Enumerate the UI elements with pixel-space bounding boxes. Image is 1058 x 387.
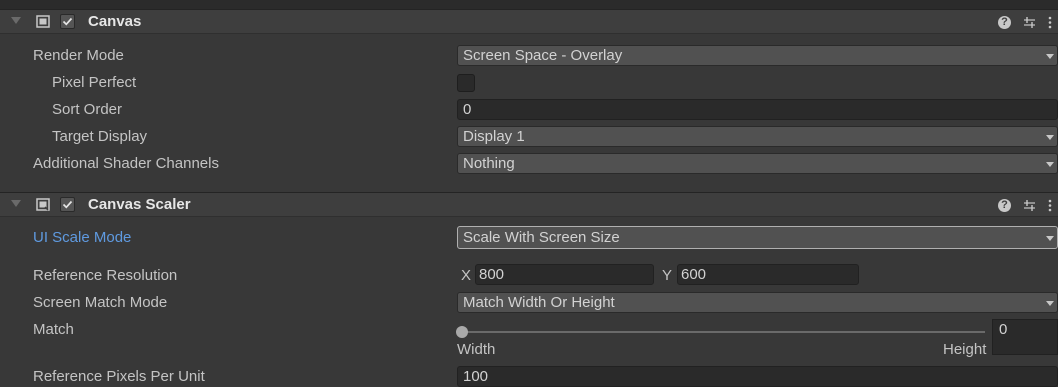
chevron-down-icon bbox=[1046, 236, 1054, 241]
ui-scale-mode-dropdown[interactable]: Scale With Screen Size bbox=[457, 226, 1058, 249]
sort-order-value: 0 bbox=[463, 101, 472, 118]
canvas-scaler-header-icons: ? bbox=[998, 195, 1052, 215]
screen-match-mode-value: Match Width Or Height bbox=[463, 294, 615, 311]
match-slider-track[interactable] bbox=[460, 331, 985, 333]
preset-sliders-icon[interactable] bbox=[1023, 16, 1036, 29]
canvas-header-icons: ? bbox=[998, 12, 1052, 32]
match-slider-thumb[interactable] bbox=[456, 326, 468, 338]
match-label: Match bbox=[33, 321, 74, 338]
reference-pixels-per-unit-input[interactable]: 100 bbox=[457, 366, 1058, 387]
match-value: 0 bbox=[999, 321, 1008, 338]
chevron-down-icon bbox=[1046, 162, 1054, 167]
reference-resolution-x-value: 800 bbox=[479, 266, 505, 283]
reference-pixels-per-unit-value: 100 bbox=[463, 368, 489, 385]
render-mode-dropdown[interactable]: Screen Space - Overlay bbox=[457, 45, 1058, 66]
canvas-icon bbox=[36, 15, 50, 28]
canvas-component-title: Canvas bbox=[88, 13, 142, 30]
checkmark-icon bbox=[62, 17, 73, 26]
canvas-scaler-component-title: Canvas Scaler bbox=[88, 196, 191, 213]
screen-match-mode-label: Screen Match Mode bbox=[33, 294, 168, 311]
checkmark-icon bbox=[62, 200, 73, 209]
foldout-arrow-icon[interactable] bbox=[11, 200, 21, 207]
kebab-menu-icon[interactable] bbox=[1048, 199, 1052, 212]
canvas-component-header[interactable]: Canvas ? bbox=[0, 9, 1058, 34]
additional-shader-channels-dropdown[interactable]: Nothing bbox=[457, 153, 1058, 174]
chevron-down-icon bbox=[1046, 301, 1054, 306]
pixel-perfect-label: Pixel Perfect bbox=[52, 74, 137, 91]
reference-resolution-y-value: 600 bbox=[681, 266, 707, 283]
additional-shader-channels-value: Nothing bbox=[463, 155, 515, 172]
reference-resolution-label: Reference Resolution bbox=[33, 267, 178, 284]
render-mode-label: Render Mode bbox=[33, 47, 124, 64]
canvas-scaler-icon bbox=[36, 198, 50, 211]
reference-resolution-x-label: X bbox=[461, 267, 472, 284]
chevron-down-icon bbox=[1046, 135, 1054, 140]
render-mode-value: Screen Space - Overlay bbox=[463, 47, 623, 64]
additional-shader-channels-label: Additional Shader Channels bbox=[33, 155, 219, 172]
screen-match-mode-dropdown[interactable]: Match Width Or Height bbox=[457, 292, 1058, 313]
canvas-scaler-component-header[interactable]: Canvas Scaler ? bbox=[0, 192, 1058, 217]
match-value-input[interactable]: 0 bbox=[992, 319, 1058, 355]
pixel-perfect-checkbox[interactable] bbox=[457, 74, 475, 92]
match-width-label: Width bbox=[457, 341, 496, 358]
ui-scale-mode-label: UI Scale Mode bbox=[33, 229, 132, 246]
target-display-dropdown[interactable]: Display 1 bbox=[457, 126, 1058, 147]
reference-pixels-per-unit-label: Reference Pixels Per Unit bbox=[33, 368, 205, 385]
canvas-enabled-checkbox[interactable] bbox=[60, 14, 75, 29]
sort-order-input[interactable]: 0 bbox=[457, 99, 1058, 120]
ui-scale-mode-value: Scale With Screen Size bbox=[463, 229, 620, 246]
reference-resolution-x-input[interactable]: 800 bbox=[475, 264, 654, 285]
preset-sliders-icon[interactable] bbox=[1023, 199, 1036, 212]
reference-resolution-y-input[interactable]: 600 bbox=[677, 264, 859, 285]
target-display-label: Target Display bbox=[52, 128, 148, 145]
foldout-arrow-icon[interactable] bbox=[11, 17, 21, 24]
target-display-value: Display 1 bbox=[463, 128, 525, 145]
help-icon[interactable]: ? bbox=[998, 15, 1011, 29]
chevron-down-icon bbox=[1046, 54, 1054, 59]
help-icon[interactable]: ? bbox=[998, 198, 1011, 212]
canvas-scaler-enabled-checkbox[interactable] bbox=[60, 197, 75, 212]
match-height-label: Height bbox=[943, 341, 987, 358]
sort-order-label: Sort Order bbox=[52, 101, 123, 118]
kebab-menu-icon[interactable] bbox=[1048, 16, 1052, 29]
reference-resolution-y-label: Y bbox=[662, 267, 673, 284]
